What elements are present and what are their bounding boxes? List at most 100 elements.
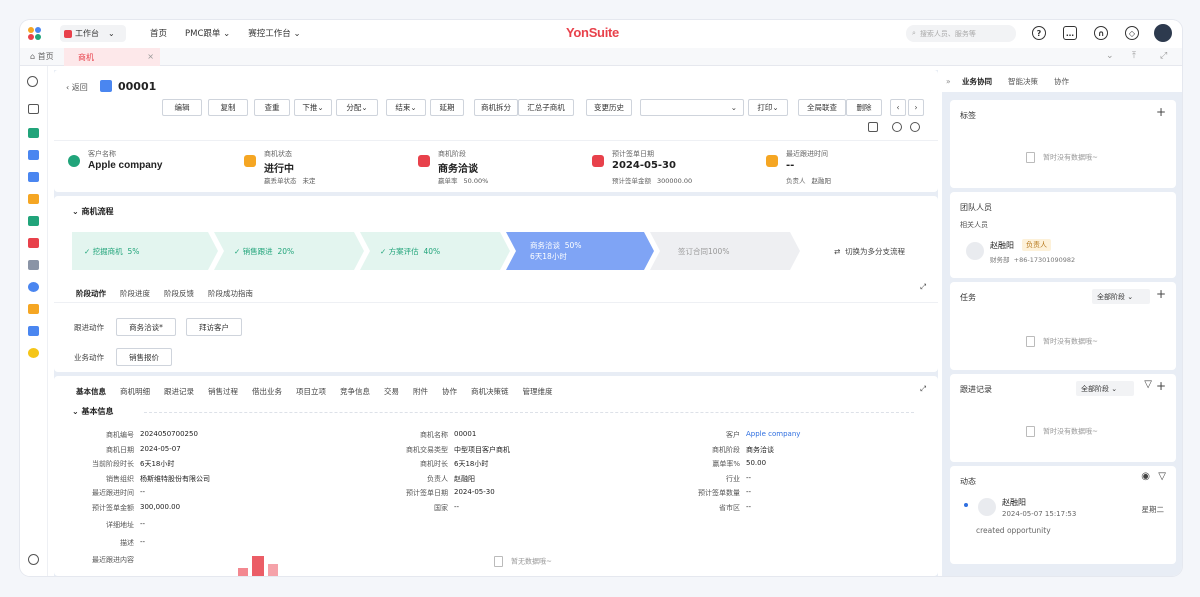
- more-select[interactable]: ⌄: [640, 99, 744, 116]
- copy-button[interactable]: 复制: [208, 99, 248, 116]
- switch-flow-link[interactable]: ⇄ 切换为多分支流程: [834, 246, 905, 257]
- search-input[interactable]: ⌕ 搜索人员、服务等: [906, 25, 1016, 42]
- nav-console[interactable]: 赛控工作台 ⌄: [248, 27, 300, 39]
- global-query-button[interactable]: 全局联查: [798, 99, 846, 116]
- print-button[interactable]: 打印 ⌄: [748, 99, 788, 116]
- info-tab-dim[interactable]: 管理维度: [523, 386, 553, 397]
- sum-child-button[interactable]: 汇总子商机: [518, 99, 574, 116]
- add-tag-button[interactable]: +: [1156, 105, 1166, 119]
- pin-icon[interactable]: ⤒: [1132, 51, 1136, 61]
- split-button[interactable]: 商机拆分: [474, 99, 518, 116]
- tab-opportunity[interactable]: 商机 ×: [64, 48, 160, 66]
- app-icon-9[interactable]: [28, 304, 39, 314]
- delete-button[interactable]: 删除: [846, 99, 882, 116]
- info-tab-followup[interactable]: 跟进记录: [164, 386, 194, 397]
- settings-icon[interactable]: [28, 554, 39, 565]
- flow-title[interactable]: ⌄ 商机流程: [72, 206, 114, 217]
- subtab-feedback[interactable]: 阶段反馈: [164, 288, 194, 299]
- info-tab-basic[interactable]: 基本信息: [76, 386, 106, 397]
- workspace-label: 工作台: [75, 29, 99, 38]
- app-icon-7[interactable]: [28, 260, 39, 270]
- edit-button[interactable]: 编辑: [162, 99, 202, 116]
- compass-icon[interactable]: ◇: [1125, 26, 1139, 40]
- delay-button[interactable]: 延期: [430, 99, 464, 116]
- headset-icon[interactable]: ∩: [1094, 26, 1108, 40]
- add-task-button[interactable]: +: [1156, 287, 1166, 301]
- refresh-icon[interactable]: [910, 122, 920, 132]
- stage-step-3[interactable]: ✓ 方案评估 40%: [360, 232, 510, 270]
- push-down-button[interactable]: 下推 ⌄: [294, 99, 332, 116]
- info-tab-chain[interactable]: 商机决策链: [471, 386, 509, 397]
- stage-step-4[interactable]: 商务洽谈 50% 6天18小时: [506, 232, 654, 270]
- stage-step-1[interactable]: ✓ 挖掘商机 5%: [72, 232, 218, 270]
- empty-hint: 暂无数据哦~: [494, 556, 552, 567]
- assign-button[interactable]: 分配 ⌄: [336, 99, 378, 116]
- tab-home[interactable]: ⌂ 首页: [30, 51, 54, 62]
- collapse-panel-icon[interactable]: »: [946, 77, 951, 86]
- search-icon[interactable]: [27, 76, 38, 87]
- stage-step-5[interactable]: 签订合同 100%: [650, 232, 800, 270]
- flow-icon[interactable]: [892, 122, 902, 132]
- basic-section-title[interactable]: ⌄ 基本信息: [72, 406, 114, 417]
- biz-action-1[interactable]: 销售报价: [116, 348, 172, 366]
- close-icon[interactable]: ×: [147, 52, 154, 61]
- rtab-decision[interactable]: 智能决策: [1008, 76, 1038, 87]
- task-stage-select[interactable]: 全部阶段 ⌄: [1092, 289, 1150, 304]
- info-tab-collab[interactable]: 协作: [442, 386, 457, 397]
- subtab-guide[interactable]: 阶段成功指南: [208, 288, 253, 299]
- next-button[interactable]: ›: [908, 99, 924, 116]
- app-icon-3[interactable]: [28, 172, 39, 182]
- help-icon[interactable]: ?: [1032, 26, 1046, 40]
- info-tab-trade[interactable]: 交易: [384, 386, 399, 397]
- history-button[interactable]: 变更历史: [586, 99, 632, 116]
- dedupe-button[interactable]: 查重: [254, 99, 290, 116]
- calendar-icon[interactable]: [868, 122, 878, 132]
- rtab-coop[interactable]: 协作: [1054, 76, 1069, 87]
- followup-action-1[interactable]: 商务洽谈*: [116, 318, 176, 336]
- field-col3-0[interactable]: 客户 Apple company: [726, 430, 800, 439]
- folder-icon[interactable]: [28, 104, 39, 114]
- prev-button[interactable]: ‹: [890, 99, 906, 116]
- filter-icon[interactable]: ▽: [1158, 471, 1166, 482]
- followup-action-2[interactable]: 拜访客户: [186, 318, 242, 336]
- info-tab-lend[interactable]: 借出业务: [252, 386, 282, 397]
- info-tab-attach[interactable]: 附件: [413, 386, 428, 397]
- back-button[interactable]: ‹ 返回: [66, 82, 88, 93]
- app-icon-1[interactable]: [28, 128, 39, 138]
- workspace-select[interactable]: 工作台 ⌄: [60, 25, 126, 42]
- tag-empty: 暂时没有数据哦~: [1026, 152, 1098, 163]
- member-name[interactable]: 赵融阳: [990, 240, 1014, 251]
- expand-icon[interactable]: ⤢: [920, 384, 926, 394]
- rtab-collab[interactable]: 业务协同: [962, 76, 992, 87]
- info-tab-compete[interactable]: 竞争信息: [340, 386, 370, 397]
- end-button[interactable]: 结束 ⌄: [386, 99, 426, 116]
- stage-step-2[interactable]: ✓ 销售跟进 20%: [214, 232, 364, 270]
- filter-icon[interactable]: ▽: [1144, 379, 1152, 390]
- app-grid-icon[interactable]: [28, 27, 42, 41]
- collapse-icon[interactable]: ⌄: [1106, 51, 1114, 61]
- app-icon-2[interactable]: [28, 150, 39, 160]
- app-icon-5[interactable]: [28, 216, 39, 226]
- app-icon-10[interactable]: [28, 326, 39, 336]
- subtab-progress[interactable]: 阶段进度: [120, 288, 150, 299]
- add-followup-button[interactable]: +: [1156, 379, 1166, 393]
- app-icon-11[interactable]: [28, 348, 39, 358]
- message-icon[interactable]: …: [1063, 26, 1077, 40]
- subtab-actions[interactable]: 阶段动作: [76, 288, 106, 299]
- nav-pmc[interactable]: PMC跟单 ⌄: [185, 27, 230, 39]
- followup-stage-select[interactable]: 全部阶段 ⌄: [1076, 381, 1134, 396]
- app-icon-8[interactable]: [28, 282, 39, 292]
- app-icon-6[interactable]: [28, 238, 39, 248]
- info-tab-process[interactable]: 销售过程: [208, 386, 238, 397]
- field-col2-5: 国家 --: [434, 502, 460, 512]
- nav-home[interactable]: 首页: [150, 27, 167, 39]
- eye-icon[interactable]: ◉: [1141, 471, 1150, 482]
- expand-icon[interactable]: ⤢: [920, 282, 926, 292]
- info-tab-project[interactable]: 项目立项: [296, 386, 326, 397]
- info-tab-detail[interactable]: 商机明细: [120, 386, 150, 397]
- user-avatar[interactable]: [1154, 24, 1172, 42]
- fullscreen-icon[interactable]: ⤢: [1160, 51, 1167, 61]
- brand-logo: YonSuite: [566, 25, 619, 40]
- field-col3-1: 商机阶段 商务洽谈: [712, 445, 774, 454]
- app-icon-4[interactable]: [28, 194, 39, 204]
